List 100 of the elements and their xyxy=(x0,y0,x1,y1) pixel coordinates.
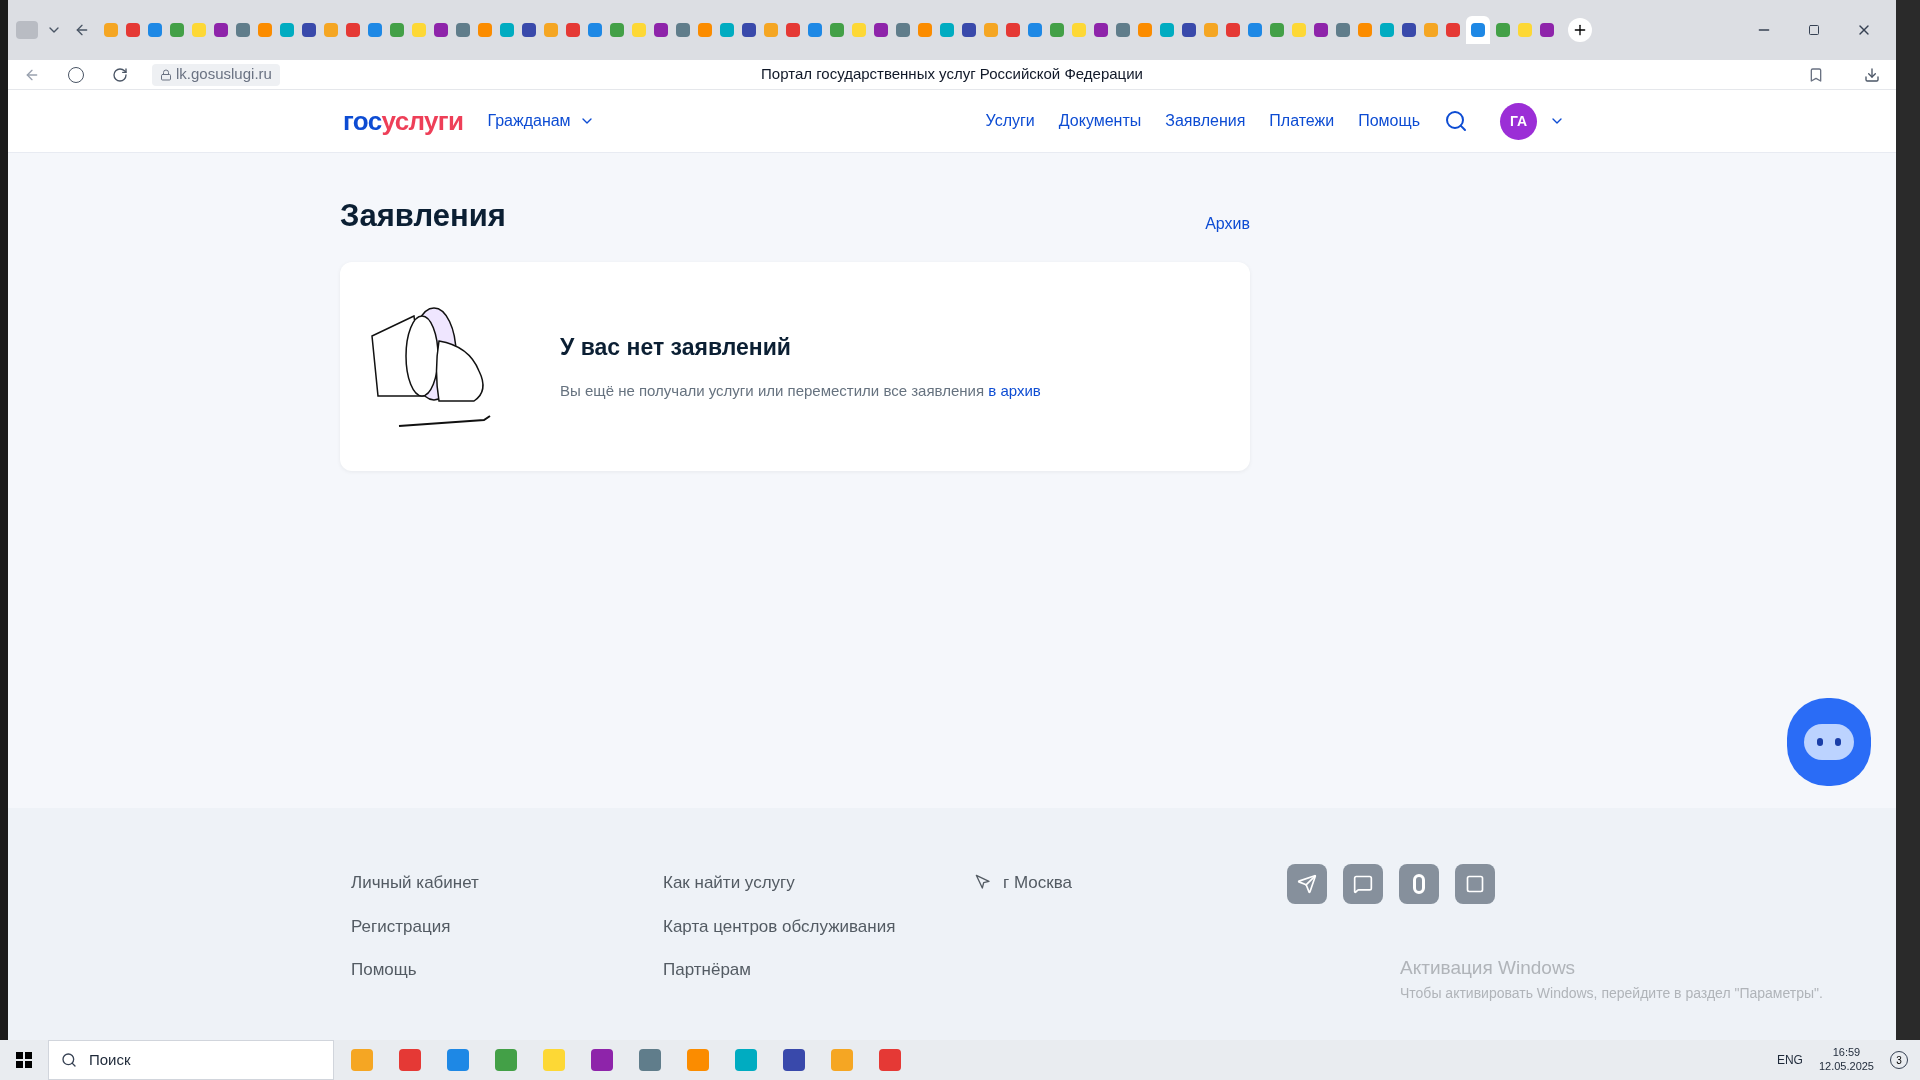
user-avatar[interactable]: ГА xyxy=(1500,102,1537,140)
favicon-icon xyxy=(346,23,360,37)
archive-link[interactable]: Архив xyxy=(1205,211,1250,236)
favicon-icon xyxy=(918,23,932,37)
favicon-icon xyxy=(1380,23,1394,37)
footer-link[interactable]: Партнёрам xyxy=(663,957,975,983)
audience-dropdown[interactable]: Гражданам xyxy=(487,109,595,133)
favicon-icon xyxy=(1270,23,1284,37)
favicon-icon xyxy=(1094,23,1108,37)
activation-text: Чтобы активировать Windows, перейдите в раздел "Параметры". xyxy=(1400,983,1823,1003)
favicon-icon xyxy=(1540,23,1554,37)
favicon-icon xyxy=(258,23,272,37)
favicon-icon xyxy=(676,23,690,37)
favicon-icon xyxy=(588,23,602,37)
nav-link[interactable]: Заявления xyxy=(1165,109,1246,133)
favicon-icon xyxy=(1138,23,1152,37)
favicon-icon xyxy=(1336,23,1350,37)
favicon-icon xyxy=(1006,23,1020,37)
favicon-icon xyxy=(632,23,646,37)
footer-link[interactable]: Личный кабинет xyxy=(351,870,663,896)
favicon-icon xyxy=(830,23,844,37)
favicon-icon xyxy=(522,23,536,37)
favicon-icon xyxy=(1248,23,1262,37)
favicon-icon xyxy=(786,23,800,37)
clock[interactable]: 16:59 12.05.2025 xyxy=(1818,1046,1874,1074)
taskbar-search-field[interactable]: Поиск xyxy=(48,1040,334,1080)
search-icon xyxy=(61,1052,77,1068)
favicon-icon xyxy=(896,23,910,37)
favicon-icon xyxy=(610,23,624,37)
footer-link[interactable]: Карта центров обслуживания xyxy=(663,913,975,939)
footer-link[interactable]: Регистрация xyxy=(351,913,663,939)
favicon-icon xyxy=(302,23,316,37)
plus-icon xyxy=(1572,22,1588,38)
favicon-icon xyxy=(434,23,448,37)
nav-link[interactable]: Услуги xyxy=(985,109,1035,133)
page-heading: Заявления xyxy=(340,197,506,235)
maximize-icon[interactable] xyxy=(1808,24,1820,36)
favicon-icon xyxy=(456,23,470,37)
back-icon[interactable] xyxy=(74,22,90,38)
favicon-icon xyxy=(654,23,668,37)
favicon-icon xyxy=(192,23,206,37)
favicon-icon xyxy=(1050,23,1064,37)
favicon-icon xyxy=(1072,23,1086,37)
location-icon xyxy=(975,874,991,890)
favicon-icon xyxy=(1446,23,1460,37)
search-icon[interactable] xyxy=(1444,109,1468,133)
favicon-icon xyxy=(280,23,294,37)
new-tab-button[interactable] xyxy=(1568,18,1592,42)
favicon-icon xyxy=(544,23,558,37)
language-indicator[interactable]: ENG xyxy=(1776,1051,1803,1069)
favicon-icon xyxy=(1424,23,1438,37)
nav-link[interactable]: Помощь xyxy=(1358,109,1420,133)
favicon-icon xyxy=(1226,23,1240,37)
favicon-icon xyxy=(324,23,338,37)
favicon-icon xyxy=(1292,23,1306,37)
favicon-icon xyxy=(1402,23,1416,37)
favicon-icon xyxy=(720,23,734,37)
reload-icon[interactable] xyxy=(112,66,128,83)
favicon-icon xyxy=(1160,23,1174,37)
favicon-icon xyxy=(1358,23,1372,37)
favicon-icon xyxy=(984,23,998,37)
city-label[interactable]: г Москва xyxy=(1003,870,1072,896)
lock-icon xyxy=(160,68,172,81)
favicon-icon xyxy=(698,23,712,37)
favicon-icon xyxy=(478,23,492,37)
favicon-icon xyxy=(1116,23,1130,37)
favicon-icon xyxy=(148,23,162,37)
browser-tab[interactable] xyxy=(1466,16,1490,44)
bookmark-icon[interactable] xyxy=(1808,66,1824,83)
favicon-icon xyxy=(852,23,866,37)
nav-link[interactable]: Документы xyxy=(1058,109,1142,133)
favicon-icon xyxy=(1471,23,1485,37)
favicon-icon xyxy=(808,23,822,37)
empty-state-title: У вас нет заявлений xyxy=(560,332,792,362)
gosuslugi-logo[interactable]: госуслуги xyxy=(343,108,464,134)
favicon-icon xyxy=(126,23,140,37)
favicon-icon xyxy=(412,23,426,37)
favicon-icon xyxy=(214,23,228,37)
favicon-icon xyxy=(236,23,250,37)
favicon-icon xyxy=(1028,23,1042,37)
favicon-icon xyxy=(1204,23,1218,37)
favicon-icon xyxy=(940,23,954,37)
favicon-icon xyxy=(742,23,756,37)
favicon-icon xyxy=(170,23,184,37)
activation-title: Активация Windows xyxy=(1400,956,1577,980)
nav-link[interactable]: Платежи xyxy=(1269,109,1335,133)
page-title: Портал государственных услуг Российской Федерации xyxy=(761,64,1143,85)
download-icon[interactable] xyxy=(1864,66,1880,83)
empty-state-text: Вы ещё не получали услуги или переместили все заявления в архив xyxy=(560,381,1041,401)
telegram-icon[interactable] xyxy=(1287,864,1327,904)
footer-link[interactable]: Помощь xyxy=(351,957,663,983)
favicon-icon xyxy=(566,23,580,37)
favicon-icon xyxy=(368,23,382,37)
footer-link[interactable]: Как найти услугу xyxy=(663,870,975,896)
archive-link[interactable]: в архив xyxy=(988,382,1041,399)
favicon-icon xyxy=(764,23,778,37)
url-field[interactable]: lk.gosuslugi.ru xyxy=(152,63,280,86)
favicon-icon xyxy=(500,23,514,37)
favicon-icon xyxy=(104,23,118,37)
favicon-icon xyxy=(1314,23,1328,37)
